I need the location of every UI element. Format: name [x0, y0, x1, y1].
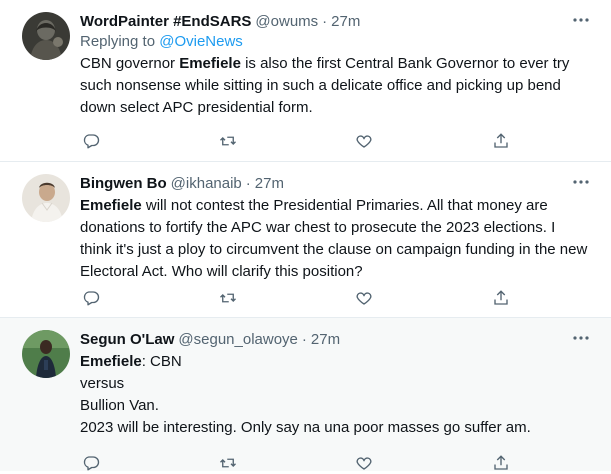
tweet-3[interactable]: Segun O'Law @segun_olawoye · 27m Emefiel…	[0, 318, 611, 471]
avatar[interactable]	[22, 174, 70, 222]
separator-dot: ·	[301, 330, 307, 348]
more-dots-icon	[573, 180, 589, 184]
timestamp[interactable]: 27m	[311, 331, 340, 348]
tweet-text: Emefiele will not contest the Presidenti…	[80, 195, 591, 283]
author-name[interactable]: WordPainter #EndSARS	[80, 13, 251, 30]
retweet-arrows-icon	[218, 454, 238, 472]
tweet-content: Segun O'Law @segun_olawoye · 27m Emefiel…	[80, 328, 591, 471]
tweet-text-line: versus	[80, 375, 125, 392]
reply-button[interactable]	[80, 287, 102, 309]
tweet-content: Bingwen Bo @ikhanaib · 27m Emefiele will…	[80, 172, 591, 306]
tweet-header: Bingwen Bo @ikhanaib · 27m	[80, 172, 591, 194]
reply-bubble-icon	[82, 454, 100, 472]
tweet-text-part: CBN governor	[80, 55, 180, 72]
heart-icon	[355, 289, 373, 307]
tweet-text-bold: Emefiele	[179, 55, 241, 72]
avatar[interactable]	[22, 330, 70, 378]
tweet-text-line: Bullion Van.	[80, 397, 159, 414]
tweet-feed: WordPainter #EndSARS @owums · 27m Replyi…	[0, 0, 611, 471]
tweet-header: WordPainter #EndSARS @owums · 27m	[80, 10, 591, 32]
tweet-text: Emefiele: CBN versus Bullion Van. 2023 w…	[80, 351, 591, 439]
timestamp[interactable]: 27m	[331, 13, 360, 30]
tweet-text-part: : CBN	[141, 353, 182, 370]
share-upload-icon	[492, 289, 510, 307]
tweet-text-bold: Emefiele	[80, 353, 142, 370]
tweet-2[interactable]: Bingwen Bo @ikhanaib · 27m Emefiele will…	[0, 162, 611, 318]
share-button[interactable]	[490, 287, 512, 309]
share-button[interactable]	[490, 130, 512, 152]
author-handle[interactable]: @segun_olawoye	[178, 331, 297, 348]
share-upload-icon	[492, 454, 510, 472]
more-options-button[interactable]	[571, 10, 591, 30]
more-dots-icon	[573, 336, 589, 340]
tweet-text: CBN governor Emefiele is also the first …	[80, 53, 591, 119]
author-handle[interactable]: @owums	[255, 13, 318, 30]
tweet-actions	[80, 130, 512, 152]
reply-button[interactable]	[80, 130, 102, 152]
separator-dot: ·	[322, 12, 328, 30]
tweet-content: WordPainter #EndSARS @owums · 27m Replyi…	[80, 10, 591, 149]
tweet-text-line: Emefiele: CBN	[80, 351, 591, 373]
separator-dot: ·	[245, 174, 251, 192]
replying-to: Replying to @OvieNews	[80, 32, 591, 52]
retweet-arrows-icon	[218, 289, 238, 307]
more-options-button[interactable]	[571, 328, 591, 348]
reply-bubble-icon	[82, 289, 100, 307]
heart-icon	[355, 132, 373, 150]
like-button[interactable]	[353, 130, 375, 152]
share-upload-icon	[492, 132, 510, 150]
replying-label: Replying to	[80, 33, 160, 50]
author-name[interactable]: Bingwen Bo	[80, 175, 167, 192]
tweet-header: Segun O'Law @segun_olawoye · 27m	[80, 328, 591, 350]
more-options-button[interactable]	[571, 172, 591, 192]
author-name[interactable]: Segun O'Law	[80, 331, 174, 348]
author-handle[interactable]: @ikhanaib	[171, 175, 242, 192]
tweet-1[interactable]: WordPainter #EndSARS @owums · 27m Replyi…	[0, 0, 611, 162]
like-button[interactable]	[353, 287, 375, 309]
replying-to-link[interactable]: @OvieNews	[159, 33, 243, 50]
tweet-text-part: will not contest the Presidential Primar…	[80, 197, 588, 280]
reply-bubble-icon	[82, 132, 100, 150]
retweet-button[interactable]	[217, 287, 239, 309]
avatar[interactable]	[22, 12, 70, 60]
heart-icon	[355, 454, 373, 472]
retweet-button[interactable]	[217, 130, 239, 152]
tweet-actions	[80, 287, 512, 309]
tweet-text-bold: Emefiele	[80, 197, 142, 214]
retweet-arrows-icon	[218, 132, 238, 150]
tweet-text-line: 2023 will be interesting. Only say na un…	[80, 419, 531, 436]
more-dots-icon	[573, 18, 589, 22]
timestamp[interactable]: 27m	[255, 175, 284, 192]
